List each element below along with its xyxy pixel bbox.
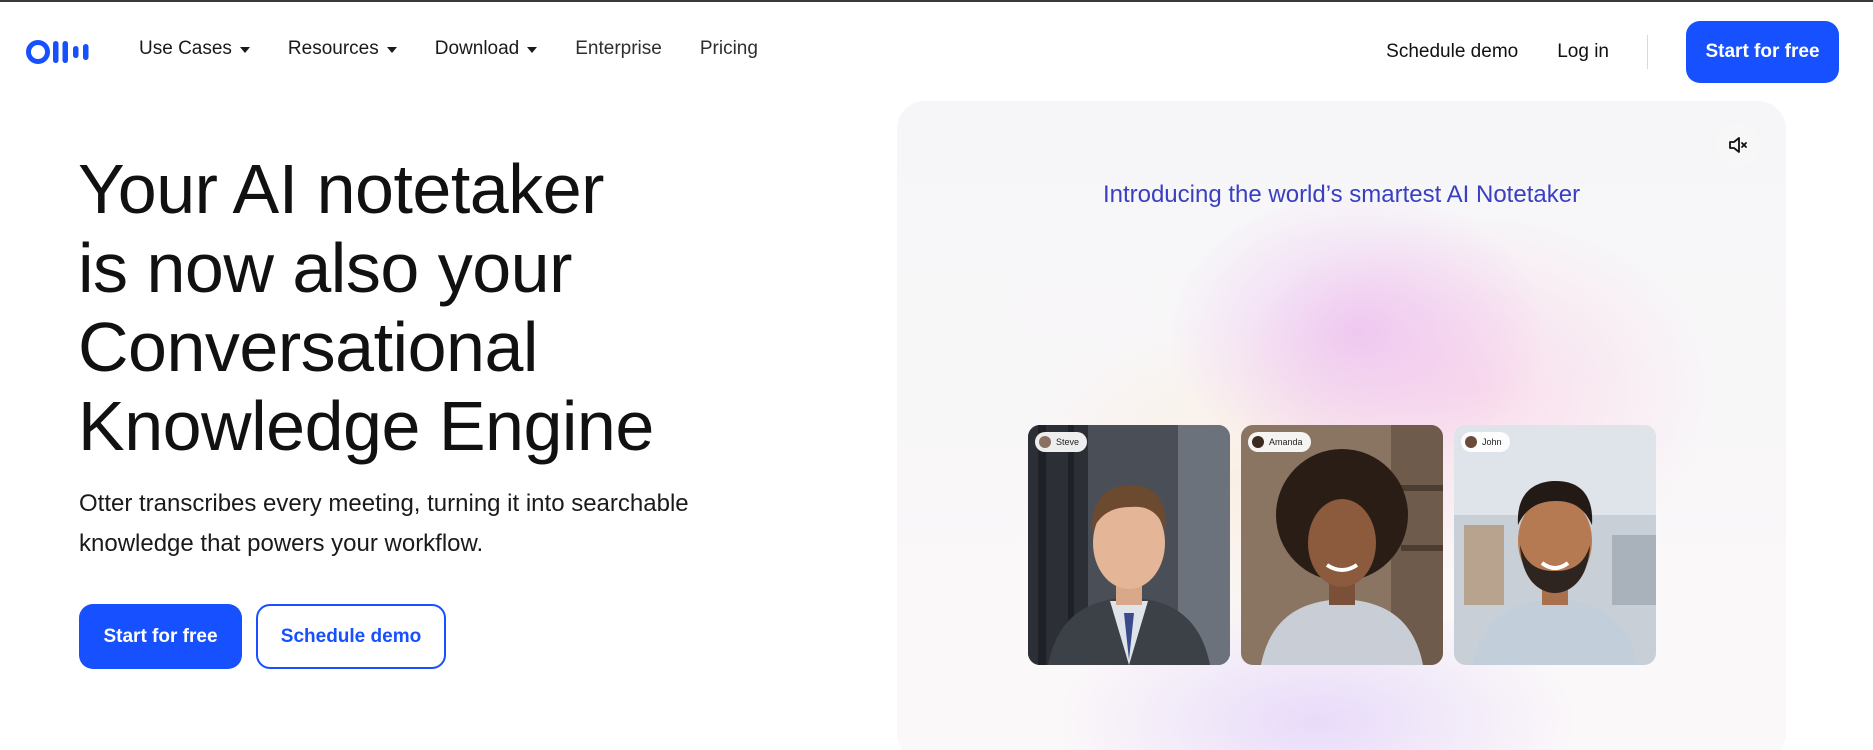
nav-schedule-demo-link[interactable]: Schedule demo xyxy=(1386,41,1518,63)
participant-video-image xyxy=(1241,425,1443,665)
video-title: Introducing the world’s smartest AI Note… xyxy=(1102,181,1581,208)
participant-tiles: Steve Amanda John xyxy=(1028,425,1656,665)
top-navbar: Use Cases Resources Download Enterprise … xyxy=(0,2,1873,98)
avatar xyxy=(1252,436,1264,448)
participant-tile: John xyxy=(1454,425,1656,665)
nav-divider xyxy=(1647,35,1648,69)
hero-subtitle-line: Otter transcribes every meeting, turning… xyxy=(79,490,689,517)
speaker-muted-icon xyxy=(1729,137,1747,153)
participant-tile: Amanda xyxy=(1241,425,1443,665)
nav-pricing-label: Pricing xyxy=(699,38,758,59)
hero-title-line: Knowledge Engine xyxy=(78,387,654,465)
hero-start-for-free-button[interactable]: Start for free xyxy=(79,604,242,669)
chevron-down-icon xyxy=(386,47,397,53)
hero-title: Your AI notetaker is now also your Conve… xyxy=(78,150,838,466)
main-nav-links: Use Cases Resources Download Enterprise … xyxy=(139,38,796,60)
nav-pricing[interactable]: Pricing xyxy=(700,38,758,60)
avatar xyxy=(1465,436,1477,448)
participant-video-image xyxy=(1028,425,1230,665)
nav-download-label: Download xyxy=(434,38,520,59)
mute-toggle-button[interactable] xyxy=(1716,123,1760,167)
participant-name-badge: John xyxy=(1461,432,1510,452)
nav-resources-label: Resources xyxy=(287,38,379,59)
nav-enterprise-label: Enterprise xyxy=(575,38,662,59)
participant-name: Steve xyxy=(1056,437,1080,447)
nav-enterprise[interactable]: Enterprise xyxy=(575,38,662,60)
participant-name: Amanda xyxy=(1269,437,1303,447)
nav-use-cases[interactable]: Use Cases xyxy=(139,38,250,60)
participant-name-badge: Amanda xyxy=(1248,432,1311,452)
participant-tile: Steve xyxy=(1028,425,1230,665)
nav-use-cases-label: Use Cases xyxy=(139,38,232,59)
nav-actions: Schedule demo Log in Start for free xyxy=(1386,21,1839,83)
chevron-down-icon xyxy=(527,47,538,53)
participant-name-badge: Steve xyxy=(1035,432,1088,452)
hero-title-line: Conversational xyxy=(78,308,538,386)
hero-cta-group: Start for free Schedule demo xyxy=(79,604,446,669)
participant-video-image xyxy=(1454,425,1656,665)
hero-title-line: Your AI notetaker xyxy=(78,150,604,228)
nav-download[interactable]: Download xyxy=(435,38,538,60)
nav-login-link[interactable]: Log in xyxy=(1557,41,1609,63)
hero-subtitle-line: knowledge that powers your workflow. xyxy=(79,530,484,557)
nav-resources[interactable]: Resources xyxy=(288,38,397,60)
nav-start-for-free-button[interactable]: Start for free xyxy=(1686,21,1839,83)
otter-logo-icon[interactable] xyxy=(26,39,96,65)
participant-name: John xyxy=(1482,437,1502,447)
hero-subtitle: Otter transcribes every meeting, turning… xyxy=(79,484,779,564)
avatar xyxy=(1039,436,1051,448)
chevron-down-icon xyxy=(239,47,250,53)
hero-title-line: is now also your xyxy=(78,229,572,307)
hero-schedule-demo-button[interactable]: Schedule demo xyxy=(256,604,446,669)
intro-video-player[interactable]: Introducing the world’s smartest AI Note… xyxy=(897,101,1786,750)
